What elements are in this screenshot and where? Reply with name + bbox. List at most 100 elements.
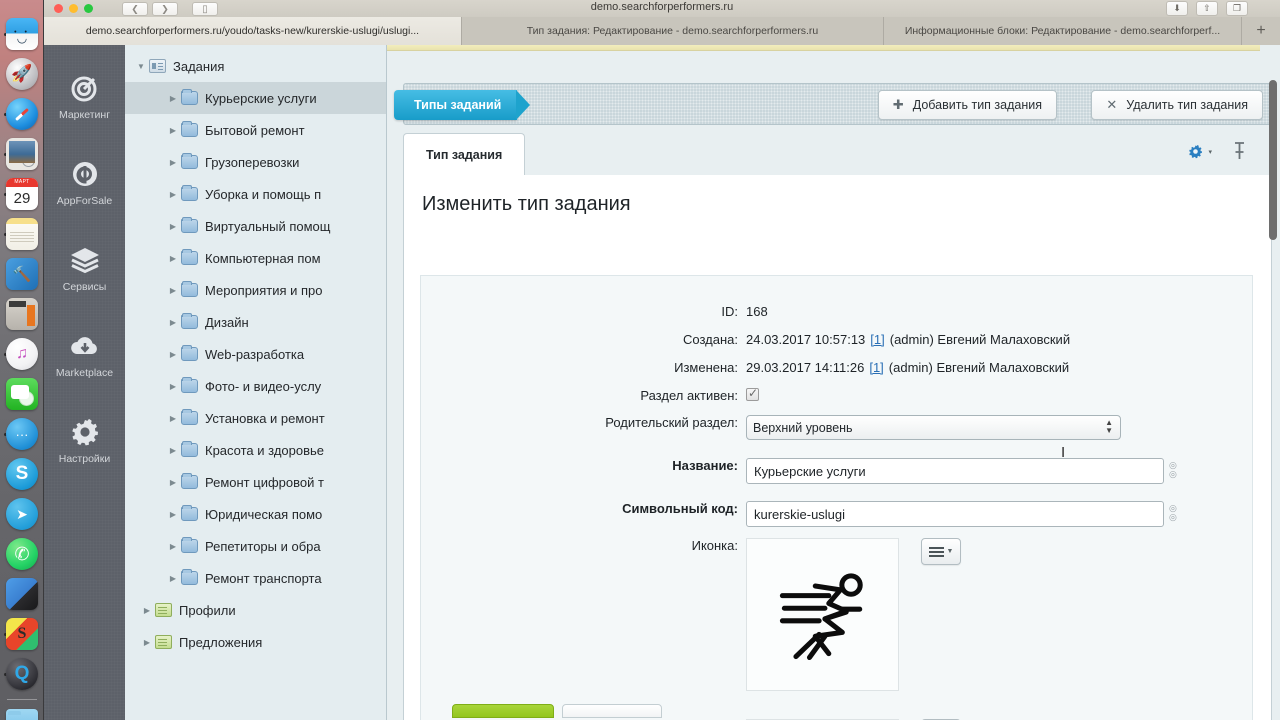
icon-preview-box[interactable] [746, 538, 899, 691]
cancel-button[interactable] [562, 704, 662, 718]
share-icon[interactable]: ⇧ [1196, 1, 1218, 16]
address-bar-title[interactable]: demo.searchforperformers.ru [44, 1, 1280, 13]
chevron-right-icon[interactable]: ▶ [165, 254, 181, 263]
dock-item-finder[interactable] [0, 14, 44, 54]
browser-tab-3[interactable]: Информационные блоки: Редактирование - d… [884, 17, 1242, 45]
telegram-icon [6, 498, 38, 530]
tree-node-foto-video[interactable]: ▶ Фото- и видео-услу [125, 370, 386, 402]
active-checkbox[interactable] [746, 386, 759, 401]
tree-node-meropriyatiya[interactable]: ▶ Мероприятия и про [125, 274, 386, 306]
settings-gear-button[interactable]: ▾ [1188, 144, 1212, 159]
dock-item-downloads-folder[interactable] [0, 705, 44, 720]
dock-item-sketch[interactable] [0, 574, 44, 614]
chevron-right-icon[interactable]: ▶ [165, 126, 181, 135]
dock-item-whatsapp[interactable] [0, 534, 44, 574]
dock-item-safari[interactable] [0, 94, 44, 134]
vertical-scrollbar-thumb[interactable] [1269, 80, 1277, 240]
field-row-modified: Изменена: 29.03.2017 14:11:26 [1] (admin… [421, 360, 1252, 375]
chevron-right-icon[interactable]: ▶ [165, 382, 181, 391]
tree-node-krasota-i-zdorovye[interactable]: ▶ Красота и здоровье [125, 434, 386, 466]
chevron-right-icon[interactable]: ▶ [139, 606, 155, 615]
dock-item-xcode[interactable] [0, 254, 44, 294]
x-icon: ✕ [1106, 97, 1118, 112]
chevron-right-icon[interactable]: ▶ [165, 510, 181, 519]
dock-item-itunes[interactable] [0, 334, 44, 374]
section-chip-task-types[interactable]: Типы заданий [394, 90, 531, 120]
menu-item-marketplace[interactable]: Marketplace [44, 311, 125, 397]
dock-item-sublime-text[interactable] [0, 614, 44, 654]
code-input[interactable] [746, 501, 1164, 527]
green-doc-icon [155, 635, 172, 649]
tree-node-remont-transporta[interactable]: ▶ Ремонт транспорта [125, 562, 386, 594]
menu-item-settings[interactable]: Настройки [44, 397, 125, 483]
chevron-right-icon[interactable]: ▶ [165, 478, 181, 487]
icon-menu-button[interactable]: ▼ [921, 538, 961, 565]
chevron-right-icon[interactable]: ▶ [165, 318, 181, 327]
tree-node-remont-cifrovoy[interactable]: ▶ Ремонт цифровой т [125, 466, 386, 498]
chevron-right-icon[interactable]: ▶ [139, 638, 155, 647]
chevron-right-icon[interactable]: ▶ [165, 542, 181, 551]
delete-task-type-button[interactable]: ✕ Удалить тип задания [1091, 90, 1263, 120]
new-tab-button[interactable]: + [1242, 17, 1280, 45]
dock-item-calculator[interactable] [0, 294, 44, 334]
dock-item-preview[interactable] [0, 134, 44, 174]
download-icon[interactable]: ⬇ [1166, 1, 1188, 16]
chevron-right-icon[interactable]: ▶ [165, 446, 181, 455]
dock-item-quicktime[interactable] [0, 654, 44, 694]
chevron-right-icon[interactable]: ▶ [165, 222, 181, 231]
chevron-down-icon[interactable]: ▼ [133, 62, 149, 71]
link-chain-icon[interactable]: ◎ ◎ [1169, 501, 1178, 522]
chevron-right-icon[interactable]: ▶ [165, 94, 181, 103]
tree-node-label: Мероприятия и про [205, 282, 323, 298]
tree-node-profili[interactable]: ▶ Профили [125, 594, 386, 626]
menu-item-services[interactable]: Сервисы [44, 225, 125, 311]
browser-tab-1[interactable]: demo.searchforperformers.ru/youdo/tasks-… [44, 17, 462, 45]
dock-item-skype[interactable] [0, 454, 44, 494]
modified-label: Изменена: [674, 360, 738, 375]
parent-select[interactable]: Верхний уровень [746, 415, 1121, 440]
tree-node-predlozheniya[interactable]: ▶ Предложения [125, 626, 386, 658]
tabs-overview-icon[interactable]: ❐ [1226, 1, 1248, 16]
form-tab-row: Тип задания ▾ [403, 133, 1272, 175]
tab-task-type[interactable]: Тип задания [403, 133, 526, 175]
tree-node-label: Профили [179, 602, 236, 618]
dock-item-notes[interactable] [0, 214, 44, 254]
id-label: ID: [721, 304, 738, 319]
chevron-right-icon[interactable]: ▶ [165, 350, 181, 359]
main-content: Типы заданий ✚ Добавить тип задания ✕ Уд… [387, 45, 1280, 720]
tree-node-kompyuternaya-pomosh[interactable]: ▶ Компьютерная пом [125, 242, 386, 274]
dock-item-facetime[interactable] [0, 414, 44, 454]
menu-item-marketing[interactable]: Маркетинг [44, 53, 125, 139]
modified-user-link[interactable]: [1] [869, 360, 883, 375]
name-input[interactable] [746, 458, 1164, 484]
link-chain-icon[interactable]: ◎ ◎ [1169, 458, 1178, 479]
tree-node-kurerskie-uslugi[interactable]: ▶ Курьерские услуги [125, 82, 386, 114]
chevron-right-icon[interactable]: ▶ [165, 190, 181, 199]
tree-node-gruzoperevozki[interactable]: ▶ Грузоперевозки [125, 146, 386, 178]
save-button[interactable] [452, 704, 554, 718]
tree-node-ustanovka-i-remont[interactable]: ▶ Установка и ремонт [125, 402, 386, 434]
chevron-right-icon[interactable]: ▶ [165, 574, 181, 583]
chevron-right-icon[interactable]: ▶ [165, 414, 181, 423]
skype-icon [6, 458, 38, 490]
tree-node-virtualny-pomoshnik[interactable]: ▶ Виртуальный помощ [125, 210, 386, 242]
tree-node-label: Репетиторы и обра [205, 538, 321, 554]
dock-item-telegram[interactable] [0, 494, 44, 534]
chevron-right-icon[interactable]: ▶ [165, 158, 181, 167]
dock-item-messages[interactable] [0, 374, 44, 414]
dock-item-launchpad[interactable] [0, 54, 44, 94]
tree-node-web-razrabotka[interactable]: ▶ Web-разработка [125, 338, 386, 370]
tree-node-repetitory[interactable]: ▶ Репетиторы и обра [125, 530, 386, 562]
tree-node-uborka[interactable]: ▶ Уборка и помощь п [125, 178, 386, 210]
tree-node-dizayn[interactable]: ▶ Дизайн [125, 306, 386, 338]
created-user-link[interactable]: [1] [870, 332, 884, 347]
pin-button[interactable] [1233, 141, 1246, 166]
browser-tab-2[interactable]: Тип задания: Редактирование - demo.searc… [462, 17, 884, 45]
chevron-right-icon[interactable]: ▶ [165, 286, 181, 295]
tree-node-yuridicheskaya-pomosh[interactable]: ▶ Юридическая помо [125, 498, 386, 530]
menu-item-appforsale[interactable]: AppForSale [44, 139, 125, 225]
add-task-type-button[interactable]: ✚ Добавить тип задания [877, 90, 1057, 120]
tree-node-bytovoy-remont[interactable]: ▶ Бытовой ремонт [125, 114, 386, 146]
tree-node-zadaniya[interactable]: ▼ Задания [125, 50, 386, 82]
dock-item-calendar[interactable]: МАРТ 29 [0, 174, 44, 214]
